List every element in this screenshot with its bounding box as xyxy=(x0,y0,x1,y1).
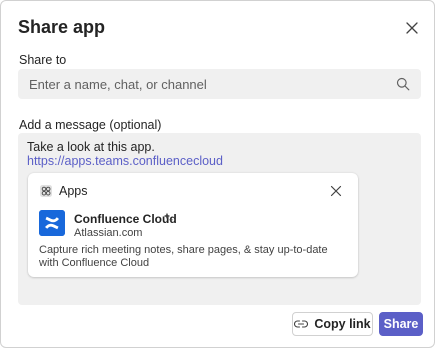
apps-section-label: Apps xyxy=(59,184,88,198)
app-card: Apps Confluence Cloud Atlassian.com Capt… xyxy=(28,173,358,277)
apps-icon xyxy=(40,185,52,197)
app-description: Capture rich meeting notes, share pages,… xyxy=(39,244,328,269)
copy-link-button[interactable]: Copy link xyxy=(292,312,373,336)
remove-card-icon[interactable] xyxy=(330,185,342,197)
app-link[interactable]: https://apps.teams.confluencecloud xyxy=(27,154,223,168)
share-label: Share xyxy=(383,317,419,331)
verified-icon xyxy=(163,212,174,222)
link-icon xyxy=(294,320,309,328)
dialog-title: Share app xyxy=(18,17,106,37)
app-name: Confluence Cloud xyxy=(74,212,177,226)
share-button[interactable]: Share xyxy=(379,312,423,336)
share-app-dialog: Share app Share to Add a message (option… xyxy=(0,0,435,348)
search-icon xyxy=(396,77,410,91)
message-label: Add a message (optional) xyxy=(19,118,162,132)
share-to-label: Share to xyxy=(19,53,67,67)
close-icon[interactable] xyxy=(403,19,421,37)
message-field[interactable]: Take a look at this app. https://apps.te… xyxy=(18,133,421,305)
message-text: Take a look at this app. xyxy=(27,140,155,154)
share-to-field[interactable] xyxy=(18,69,421,99)
share-to-input[interactable] xyxy=(29,69,389,99)
confluence-logo-icon xyxy=(39,210,65,236)
copy-link-label: Copy link xyxy=(314,317,371,331)
app-publisher: Atlassian.com xyxy=(74,227,143,239)
